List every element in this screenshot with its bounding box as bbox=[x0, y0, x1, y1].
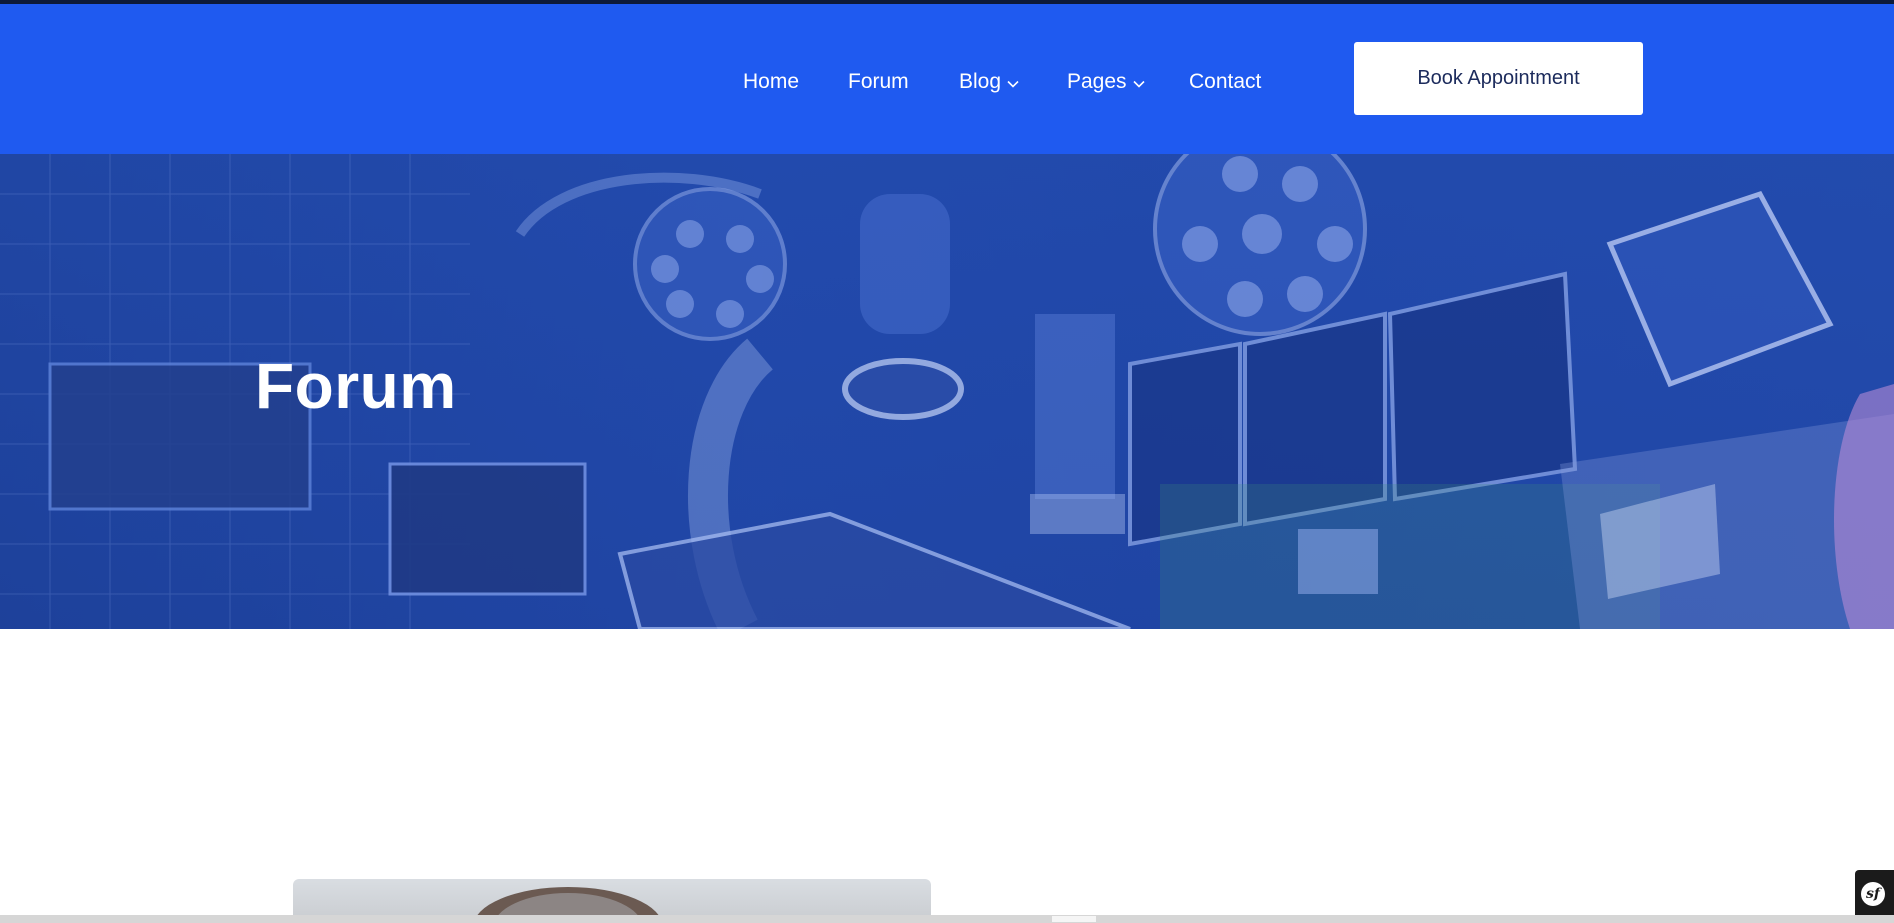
page-title: Forum bbox=[255, 350, 457, 422]
nav-pages-label: Pages bbox=[1067, 70, 1127, 93]
nav-home-link[interactable]: Home bbox=[743, 67, 799, 97]
nav-blog-label: Blog bbox=[959, 70, 1002, 93]
chevron-down-icon bbox=[1007, 67, 1019, 97]
symfony-logo-icon: sf bbox=[1861, 882, 1885, 906]
debug-toolbar-toggle[interactable]: sf bbox=[1855, 870, 1894, 915]
page-hero: Forum bbox=[0, 154, 1894, 629]
nav-contact-link[interactable]: Contact bbox=[1189, 67, 1261, 97]
horizontal-scrollbar[interactable] bbox=[0, 915, 1894, 923]
nav-forum-link[interactable]: Forum bbox=[848, 67, 909, 97]
chevron-down-icon bbox=[1132, 67, 1145, 97]
nav-pages-link[interactable]: Pages bbox=[1067, 67, 1145, 97]
site-header: Home Forum Blog Pages Contact Book Appoi… bbox=[0, 4, 1894, 154]
book-appointment-button[interactable]: Book Appointment bbox=[1354, 42, 1643, 115]
scrollbar-thumb[interactable] bbox=[1052, 916, 1096, 922]
nav-blog-link[interactable]: Blog bbox=[959, 67, 1019, 97]
